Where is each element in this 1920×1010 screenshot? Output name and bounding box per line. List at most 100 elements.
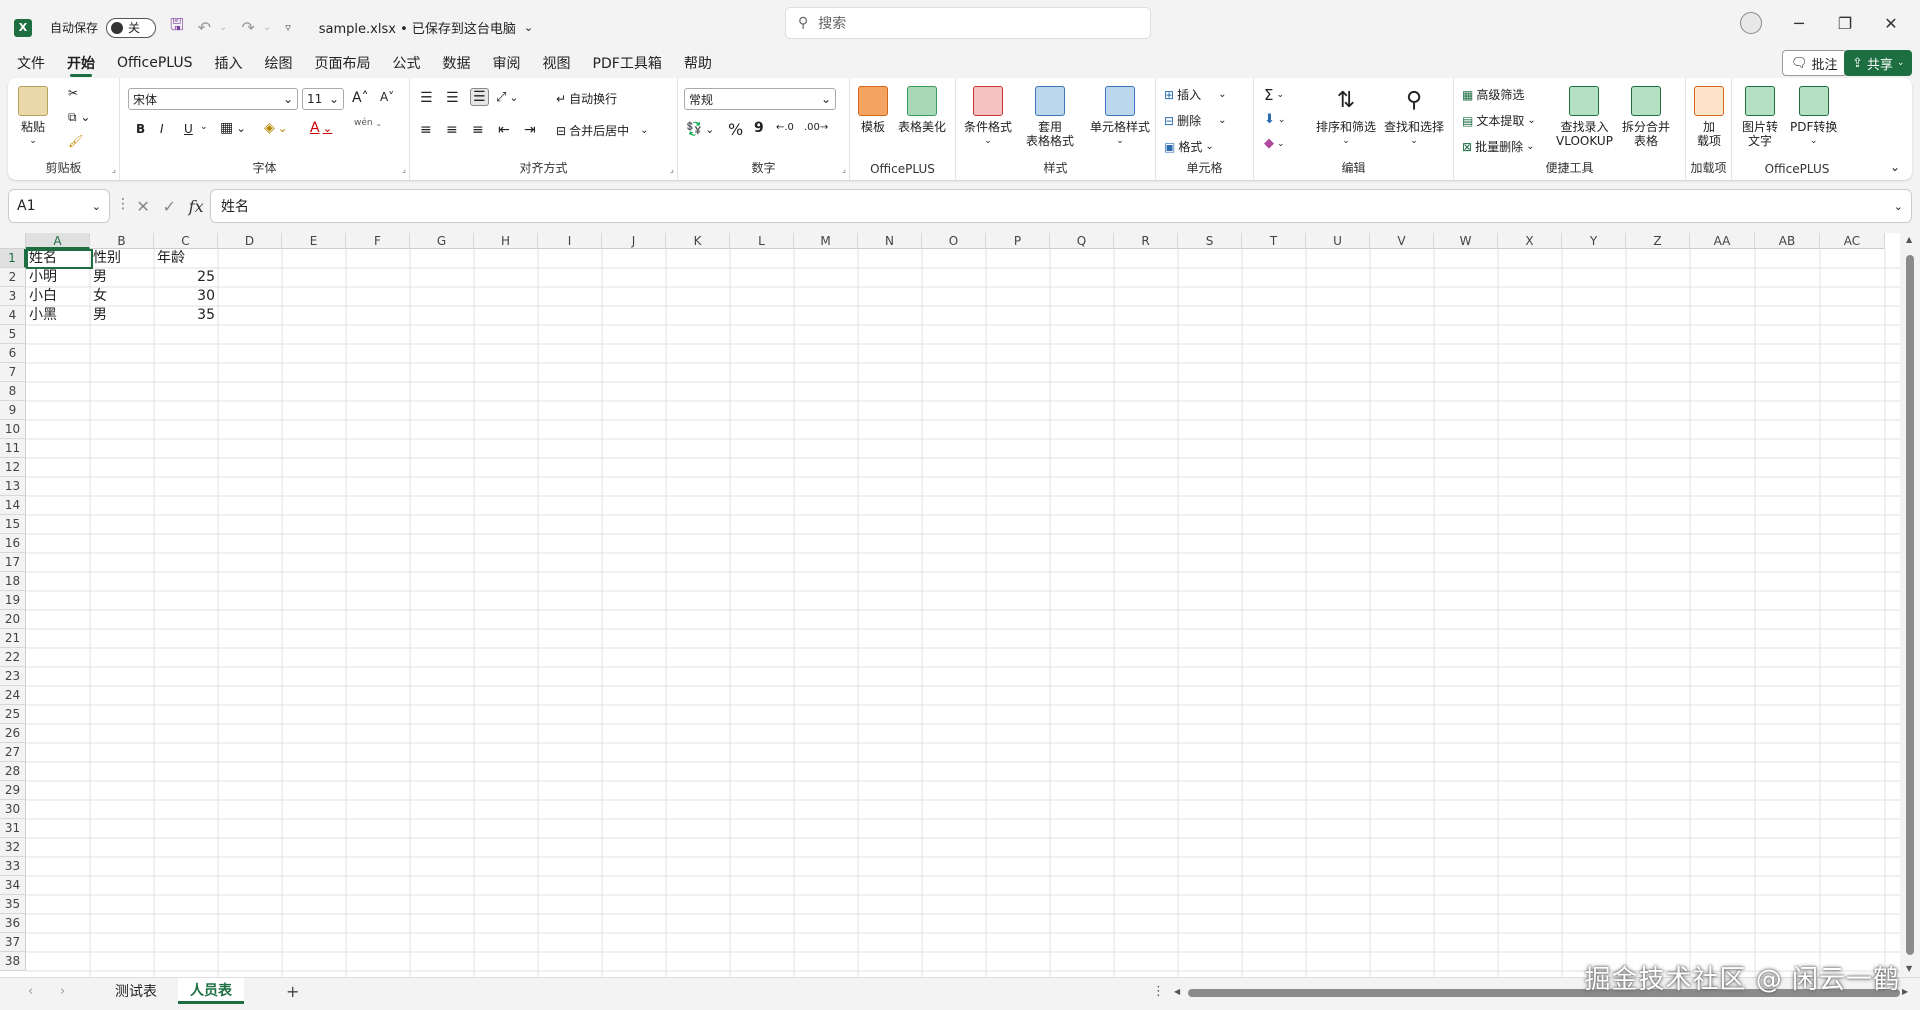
align-middle-icon[interactable]: ☰	[446, 90, 459, 106]
conditional-format-button[interactable]: 条件格式 ⌄	[964, 86, 1012, 148]
next-sheet-icon[interactable]: ›	[60, 984, 65, 999]
save-icon[interactable]: 🖫	[170, 14, 184, 41]
column-header-p[interactable]: P	[986, 233, 1050, 249]
row-header[interactable]: 5	[0, 325, 26, 344]
chevron-down-icon[interactable]: ⌄	[200, 122, 208, 132]
split-merge-button[interactable]: 拆分合并 表格	[1622, 86, 1670, 148]
underline-button[interactable]: U	[184, 122, 193, 136]
align-left-icon[interactable]: ≡	[420, 122, 432, 138]
column-header-n[interactable]: N	[858, 233, 922, 249]
restore-icon[interactable]: ❐	[1822, 0, 1868, 46]
sheet-tab-1[interactable]: 人员表	[178, 978, 244, 1004]
column-header-r[interactable]: R	[1114, 233, 1178, 249]
decrease-indent-icon[interactable]: ⇤	[498, 122, 510, 138]
autosave-toggle[interactable]: 关	[106, 17, 157, 38]
dialog-launcher-icon[interactable]: ⌟	[842, 165, 846, 175]
row-header[interactable]: 19	[0, 591, 26, 610]
column-header-a[interactable]: A	[26, 233, 90, 249]
merge-center-button[interactable]: ⊟ 合并后居中 ⌄	[556, 122, 648, 139]
column-header-l[interactable]: L	[730, 233, 794, 249]
row-header[interactable]: 22	[0, 648, 26, 667]
select-all-corner[interactable]	[0, 233, 26, 249]
tab-5[interactable]: 页面布局	[304, 48, 382, 78]
cell-style-button[interactable]: 单元格样式 ⌄	[1090, 86, 1150, 148]
font-size-combo[interactable]: 11 ⌄	[302, 88, 344, 110]
cell-a3[interactable]: 小白	[26, 287, 90, 306]
insert-function-icon[interactable]: fx	[189, 197, 204, 216]
align-bottom-icon[interactable]: ☰	[470, 88, 489, 106]
row-header[interactable]: 11	[0, 439, 26, 458]
column-header-s[interactable]: S	[1178, 233, 1242, 249]
currency-icon[interactable]: 💱 ⌄	[686, 122, 714, 137]
redo-dropdown-icon[interactable]: ⌄	[263, 22, 271, 33]
column-header-o[interactable]: O	[922, 233, 986, 249]
column-header-f[interactable]: F	[346, 233, 410, 249]
row-header[interactable]: 3	[0, 287, 26, 306]
tab-9[interactable]: 视图	[532, 48, 582, 78]
customize-toolbar-icon[interactable]: ▿	[285, 21, 291, 34]
row-header[interactable]: 29	[0, 781, 26, 800]
name-box[interactable]: A1 ⌄	[8, 189, 110, 223]
enter-icon[interactable]: ✓	[163, 197, 176, 216]
undo-icon[interactable]: ↶	[198, 18, 211, 37]
add-sheet-button[interactable]: +	[286, 982, 299, 1001]
prev-sheet-icon[interactable]: ‹	[28, 984, 33, 999]
column-header-j[interactable]: J	[602, 233, 666, 249]
pdf-convert-button[interactable]: PDF转换 ⌄	[1790, 86, 1837, 148]
tab-split-icon[interactable]: ⋮	[1152, 984, 1165, 999]
orientation-icon[interactable]: ⤢ ⌄	[496, 90, 518, 105]
minimize-icon[interactable]: ─	[1776, 0, 1822, 46]
dialog-launcher-icon[interactable]: ⌟	[112, 165, 116, 175]
row-header[interactable]: 21	[0, 629, 26, 648]
find-select-button[interactable]: ⚲ 查找和选择 ⌄	[1384, 86, 1444, 148]
increase-font-icon[interactable]: A˄	[352, 90, 369, 106]
align-top-icon[interactable]: ☰	[420, 90, 433, 106]
column-header-b[interactable]: B	[90, 233, 154, 249]
percent-button[interactable]: %	[728, 120, 743, 139]
column-header-q[interactable]: Q	[1050, 233, 1114, 249]
insert-cells-button[interactable]: ⊞ 插入 ⌄	[1164, 86, 1226, 103]
column-header-aa[interactable]: AA	[1690, 233, 1755, 249]
font-color-button[interactable]: A ⌄	[310, 120, 332, 136]
row-header[interactable]: 20	[0, 610, 26, 629]
cancel-icon[interactable]: ✕	[136, 197, 149, 216]
column-header-h[interactable]: H	[474, 233, 538, 249]
comment-button[interactable]: 🗨 批注	[1782, 50, 1847, 76]
decrease-decimal-icon[interactable]: .00→	[804, 122, 828, 133]
cell-b1[interactable]: 性别	[90, 249, 154, 268]
share-button[interactable]: ⇪ 共享 ⌄	[1844, 50, 1913, 76]
column-header-ac[interactable]: AC	[1820, 233, 1885, 249]
cell-c4[interactable]: 35	[154, 306, 218, 325]
search-input[interactable]: ⚲ 搜索	[785, 7, 1151, 39]
beautify-button[interactable]: 表格美化	[898, 86, 946, 134]
cell-a2[interactable]: 小明	[26, 268, 90, 287]
cell-b4[interactable]: 男	[90, 306, 154, 325]
column-header-k[interactable]: K	[666, 233, 730, 249]
tab-10[interactable]: PDF工具箱	[582, 48, 673, 78]
row-header[interactable]: 24	[0, 686, 26, 705]
tab-6[interactable]: 公式	[382, 48, 432, 78]
column-header-d[interactable]: D	[218, 233, 282, 249]
row-header[interactable]: 6	[0, 344, 26, 363]
wrap-text-button[interactable]: ↵ 自动换行	[556, 90, 617, 107]
row-header[interactable]: 9	[0, 401, 26, 420]
cell-b2[interactable]: 男	[90, 268, 154, 287]
cell-c1[interactable]: 年龄	[154, 249, 218, 268]
column-header-z[interactable]: Z	[1626, 233, 1690, 249]
clear-icon[interactable]: ◆ ⌄	[1264, 136, 1285, 151]
chevron-down-icon[interactable]: ⌄	[524, 21, 533, 34]
row-header[interactable]: 2	[0, 268, 26, 287]
format-painter-icon[interactable]: 🖌	[68, 134, 83, 148]
column-header-y[interactable]: Y	[1562, 233, 1626, 249]
scroll-right-icon[interactable]: ▶	[1902, 987, 1908, 996]
phonetic-button[interactable]: wén ⌄	[354, 118, 382, 128]
autosum-button[interactable]: Σ ⌄	[1264, 86, 1284, 104]
sort-filter-button[interactable]: ⇅ 排序和筛选 ⌄	[1316, 86, 1376, 148]
tab-3[interactable]: 插入	[204, 48, 254, 78]
align-right-icon[interactable]: ≡	[472, 122, 484, 138]
row-header[interactable]: 18	[0, 572, 26, 591]
align-center-icon[interactable]: ≡	[446, 122, 458, 138]
row-header[interactable]: 38	[0, 952, 26, 971]
format-as-table-button[interactable]: 套用 表格格式	[1026, 86, 1074, 148]
row-header[interactable]: 33	[0, 857, 26, 876]
